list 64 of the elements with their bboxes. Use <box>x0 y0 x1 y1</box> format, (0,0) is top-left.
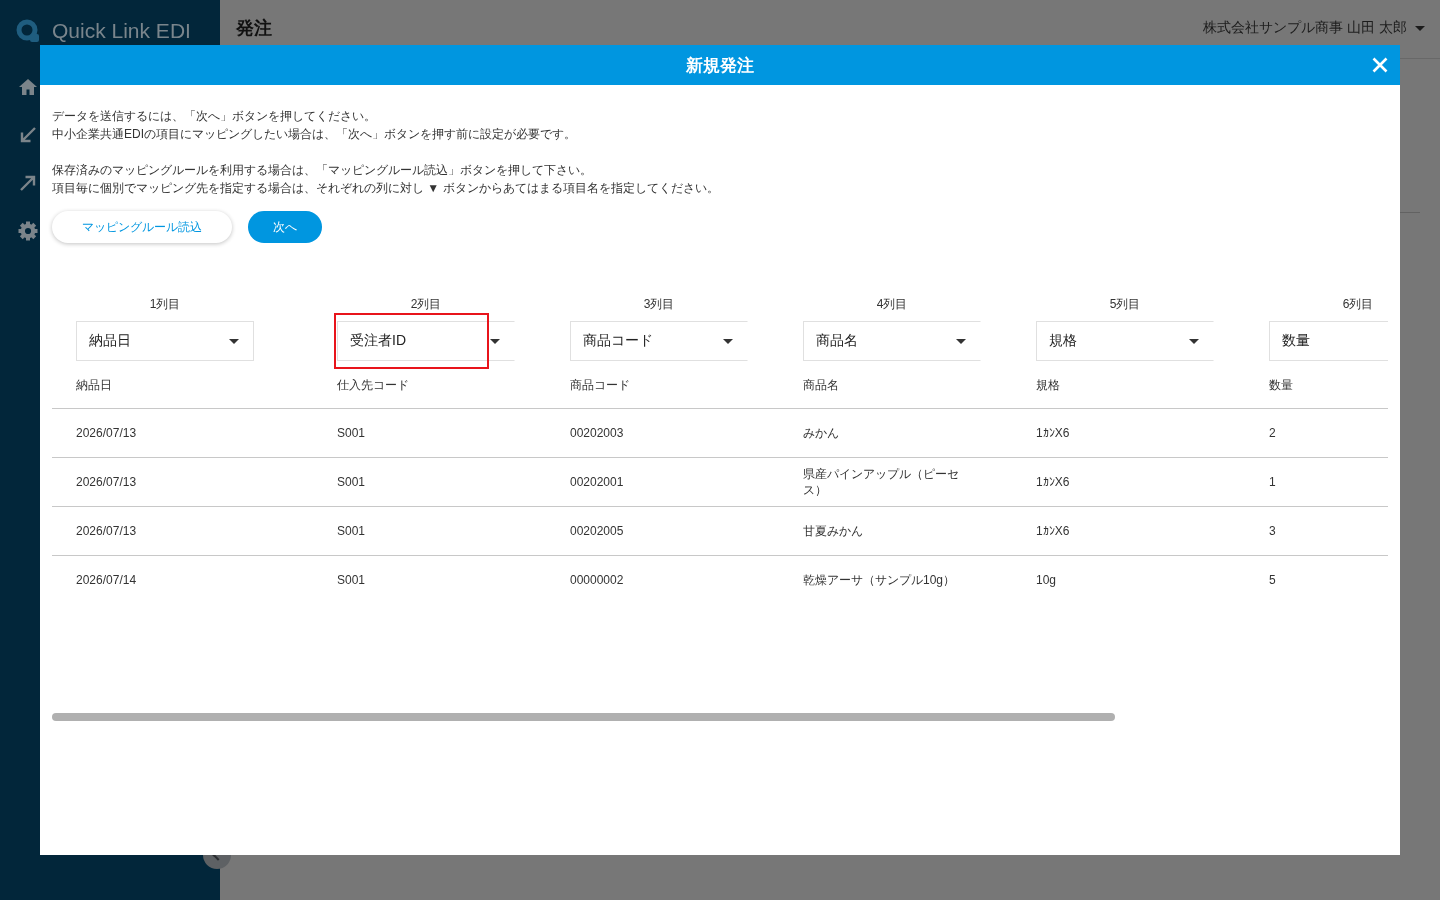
source-column-name: 商品名 <box>803 377 839 393</box>
dialog-title: 新規発注 <box>686 54 754 77</box>
table-cell-text: みかん <box>802 425 840 442</box>
instruction-text: データを送信するには、「次へ」ボタンを押してください。 <box>52 108 377 125</box>
mapping-select[interactable]: 規格 <box>1036 321 1214 361</box>
table-cell-text: 1 <box>1268 474 1277 491</box>
arrow-down-left-icon[interactable] <box>18 125 38 145</box>
instruction-text: 中小企業共通EDIの項目にマッピングしたい場合は、「次へ」ボタンを押す前に設定が必要です。 <box>52 126 576 143</box>
table-cell-text: 2026/07/14 <box>75 572 138 589</box>
table-cell-text: 00202005 <box>569 523 625 540</box>
home-icon[interactable] <box>18 77 38 97</box>
scrollbar-thumb[interactable] <box>52 713 1115 721</box>
table-cell-text: 1ｶﾝX6 <box>1035 474 1071 491</box>
column-label: 2列目 <box>410 297 442 311</box>
table-cell-text: 2026/07/13 <box>75 523 138 540</box>
mapping-select[interactable]: 納品日 <box>76 321 254 361</box>
page-title: 発注 <box>236 17 272 40</box>
mapping-select[interactable]: 受注者ID <box>337 321 515 361</box>
table-cell-text: 10g <box>1035 572 1058 589</box>
table-cell-text: 00202003 <box>569 425 625 442</box>
table-cell-text: 5 <box>1268 572 1277 589</box>
table-cell-text: 2026/07/13 <box>75 425 138 442</box>
caret-down-icon <box>723 338 733 344</box>
table-cell-text: 2 <box>1268 425 1277 442</box>
column-label: 6列目 <box>1342 297 1374 311</box>
caret-down-icon <box>956 338 966 344</box>
instruction-text: 保存済みのマッピングルールを利用する場合は、「マッピングルール読込」ボタンを押して下さい。 <box>52 162 593 179</box>
source-column-name: 商品コード <box>570 377 630 393</box>
logo-text: Quick Link EDI <box>52 19 191 43</box>
table-cell-text: S001 <box>336 425 367 442</box>
table-cell-text: S001 <box>336 572 367 589</box>
arrow-up-right-icon[interactable] <box>18 173 38 193</box>
mapping-select[interactable]: 数量 <box>1269 321 1388 361</box>
user-menu[interactable]: 株式会社サンプル商事 山田 太郎 <box>1203 19 1425 37</box>
table-cell-text: S001 <box>336 474 367 491</box>
column-label: 4列目 <box>876 297 908 311</box>
table-cell-text: 1ｶﾝX6 <box>1035 523 1071 540</box>
caret-down-icon <box>490 338 500 344</box>
table-cell-text: 県産パインアップル（ピーセス） <box>802 466 960 499</box>
table-cell-text: 00000002 <box>569 572 625 589</box>
table-cell-text: 3 <box>1268 523 1277 540</box>
caret-down-icon <box>1415 25 1425 31</box>
table-cell-text: 乾燥アーサ（サンプル10g） <box>802 572 957 589</box>
column-label: 5列目 <box>1109 297 1141 311</box>
caret-down-icon <box>229 338 239 344</box>
logo-icon <box>16 19 40 43</box>
table-cell-text: 1ｶﾝX6 <box>1035 425 1071 442</box>
source-column-name: 納品日 <box>76 377 112 393</box>
table-cell-text: 甘夏みかん <box>802 523 864 540</box>
table-cell-text: 00202001 <box>569 474 625 491</box>
mapping-select[interactable]: 商品コード <box>570 321 748 361</box>
source-column-name: 規格 <box>1036 377 1060 393</box>
source-column-name: 仕入先コード <box>337 377 409 393</box>
instruction-text: 項目毎に個別でマッピング先を指定する場合は、それぞれの列に対し ▼ ボタンからあてはまる項目名を指定してください。 <box>52 180 719 197</box>
caret-down-icon <box>1189 338 1199 344</box>
column-label: 1列目 <box>149 297 181 311</box>
table-cell-text: 2026/07/13 <box>75 474 138 491</box>
close-icon <box>1372 57 1388 73</box>
table-cell-text: S001 <box>336 523 367 540</box>
mapping-select[interactable]: 商品名 <box>803 321 981 361</box>
gear-icon[interactable] <box>18 221 38 241</box>
close-button[interactable] <box>1372 57 1388 73</box>
column-label: 3列目 <box>643 297 675 311</box>
source-column-name: 数量 <box>1269 377 1293 393</box>
